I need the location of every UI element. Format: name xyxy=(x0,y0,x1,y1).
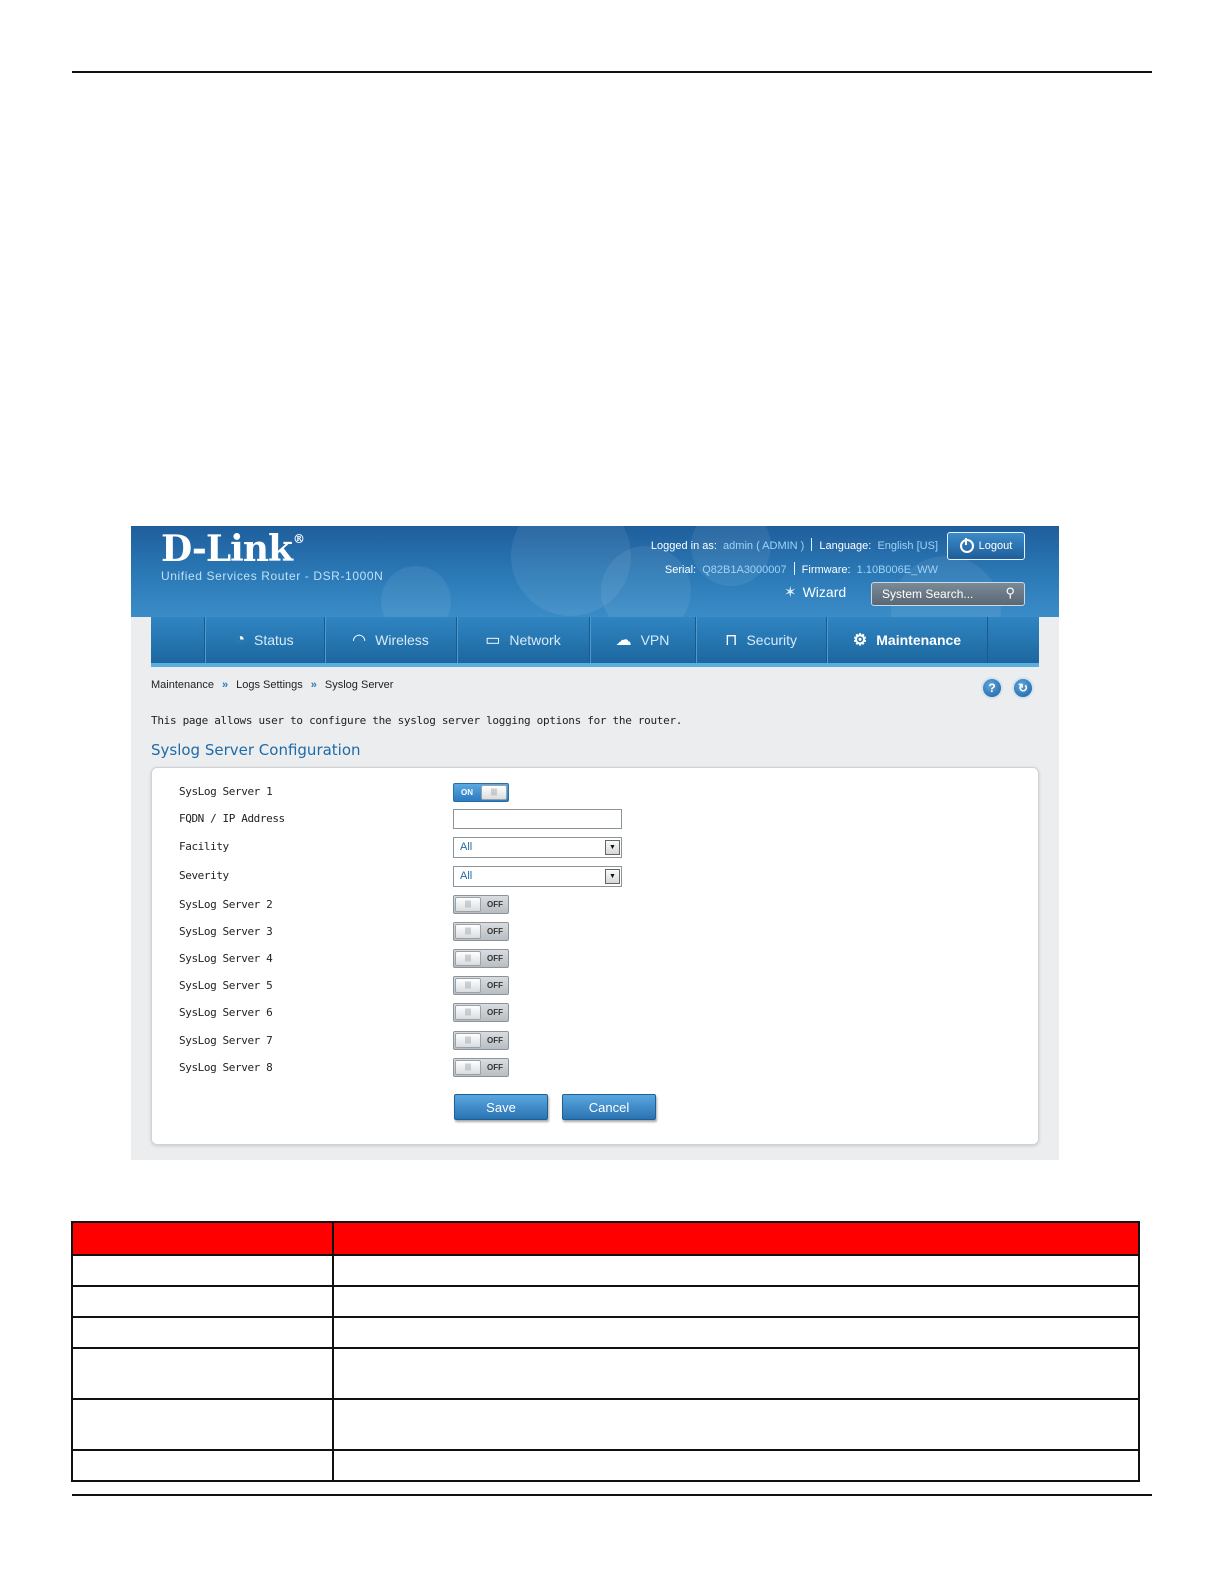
help-button[interactable]: ? xyxy=(981,677,1003,699)
firmware-value: 1.10B006E_WW xyxy=(856,564,938,576)
field-label-server-8: SysLog Server 8 xyxy=(179,1061,273,1074)
decor-bubble xyxy=(381,566,451,617)
user-info: Logged in as: admin ( ADMIN ) Language: E… xyxy=(650,538,938,552)
top-rule xyxy=(72,71,1152,73)
refresh-button[interactable]: ↻ xyxy=(1012,677,1034,699)
tab-wireless[interactable]: ◠ Wireless xyxy=(325,617,457,663)
table-header-row xyxy=(71,1221,1140,1256)
server-1-toggle[interactable]: ON ||| xyxy=(453,783,509,802)
serial-value: Q82B1A3000007 xyxy=(702,564,787,576)
breadcrumb-item-maintenance[interactable]: Maintenance xyxy=(151,679,214,691)
server-6-toggle[interactable]: ||| OFF xyxy=(453,1003,509,1022)
field-label-fqdn: FQDN / IP Address xyxy=(179,812,285,825)
field-label-server-5: SysLog Server 5 xyxy=(179,979,273,992)
server-5-toggle[interactable]: ||| OFF xyxy=(453,976,509,995)
chevron-down-icon: ▼ xyxy=(605,869,620,884)
severity-select[interactable]: All ▼ xyxy=(453,866,622,887)
field-label-server-3: SysLog Server 3 xyxy=(179,925,273,938)
magic-wand-icon: ✶ xyxy=(784,584,797,601)
server-2-toggle[interactable]: ||| OFF xyxy=(453,895,509,914)
language-link[interactable]: English [US] xyxy=(877,540,938,552)
server-8-toggle[interactable]: ||| OFF xyxy=(453,1058,509,1077)
table-row xyxy=(71,1316,1140,1349)
device-info: Serial: Q82B1A3000007 Firmware: 1.10B006E… xyxy=(664,562,938,576)
table-row xyxy=(71,1398,1140,1451)
field-label-server-2: SysLog Server 2 xyxy=(179,898,273,911)
cloud-lock-icon: ☁ xyxy=(615,632,632,649)
dlink-logo: D-Link® xyxy=(161,528,305,570)
decor-bubble xyxy=(691,526,771,586)
logged-in-user: admin ( ADMIN ) xyxy=(723,540,805,552)
table-row xyxy=(71,1347,1140,1400)
field-label-server-4: SysLog Server 4 xyxy=(179,952,273,965)
server-4-toggle[interactable]: ||| OFF xyxy=(453,949,509,968)
router-header: D-Link® Unified Services Router - DSR-10… xyxy=(131,526,1059,617)
table-row xyxy=(71,1254,1140,1287)
gauge-icon: ◔ xyxy=(235,631,245,648)
field-label-server-1: SysLog Server 1 xyxy=(179,785,273,798)
refresh-icon: ↻ xyxy=(1017,681,1029,695)
router-screenshot: D-Link® Unified Services Router - DSR-10… xyxy=(131,526,1059,1160)
bottom-rule xyxy=(72,1494,1152,1496)
search-icon: ⚲ xyxy=(1005,585,1015,600)
field-label-facility: Facility xyxy=(179,840,229,853)
chevron-down-icon: ▼ xyxy=(605,840,620,855)
wifi-icon: ◠ xyxy=(352,632,367,649)
power-icon xyxy=(959,538,974,553)
syslog-config-panel: SysLog Server 1 ON ||| FQDN / IP Address … xyxy=(151,767,1039,1145)
help-icon: ? xyxy=(988,681,996,695)
server-3-toggle[interactable]: ||| OFF xyxy=(453,922,509,941)
field-label-server-6: SysLog Server 6 xyxy=(179,1006,273,1019)
monitor-icon: ▭ xyxy=(485,632,501,649)
wizard-link[interactable]: ✶ Wizard xyxy=(784,583,846,601)
product-name: Unified Services Router - DSR-1000N xyxy=(161,569,384,583)
page-description: This page allows user to configure the s… xyxy=(151,714,683,727)
server-7-toggle[interactable]: ||| OFF xyxy=(453,1031,509,1050)
table-row xyxy=(71,1449,1140,1482)
logout-button[interactable]: Logout xyxy=(947,532,1025,560)
tab-maintenance[interactable]: ⚙ Maintenance xyxy=(827,617,988,663)
facility-select[interactable]: All ▼ xyxy=(453,837,622,858)
breadcrumb-item-logs-settings[interactable]: Logs Settings xyxy=(236,679,303,691)
tab-vpn[interactable]: ☁ VPN xyxy=(590,617,696,663)
tab-network[interactable]: ▭ Network xyxy=(457,617,590,663)
tab-status[interactable]: ◔ Status xyxy=(205,617,325,663)
tab-security[interactable]: ⊓ Security xyxy=(696,617,827,663)
breadcrumb: Maintenance» Logs Settings» Syslog Server xyxy=(151,679,394,691)
lock-icon: ⊓ xyxy=(724,632,738,649)
cancel-button[interactable]: Cancel xyxy=(562,1094,656,1120)
section-title: Syslog Server Configuration xyxy=(151,741,361,759)
main-nav: ◔ Status ◠ Wireless ▭ Network ☁ VPN ⊓ Securit… xyxy=(151,617,1039,667)
field-label-server-7: SysLog Server 7 xyxy=(179,1034,273,1047)
save-button[interactable]: Save xyxy=(454,1094,548,1120)
gears-icon: ⚙ xyxy=(852,632,868,649)
breadcrumb-item-syslog-server: Syslog Server xyxy=(324,679,394,691)
system-search-input[interactable]: System Search... ⚲ xyxy=(871,582,1025,606)
table-row xyxy=(71,1285,1140,1318)
fqdn-ip-input[interactable] xyxy=(453,809,622,829)
field-description-table xyxy=(71,1221,1140,1482)
field-label-severity: Severity xyxy=(179,869,229,882)
